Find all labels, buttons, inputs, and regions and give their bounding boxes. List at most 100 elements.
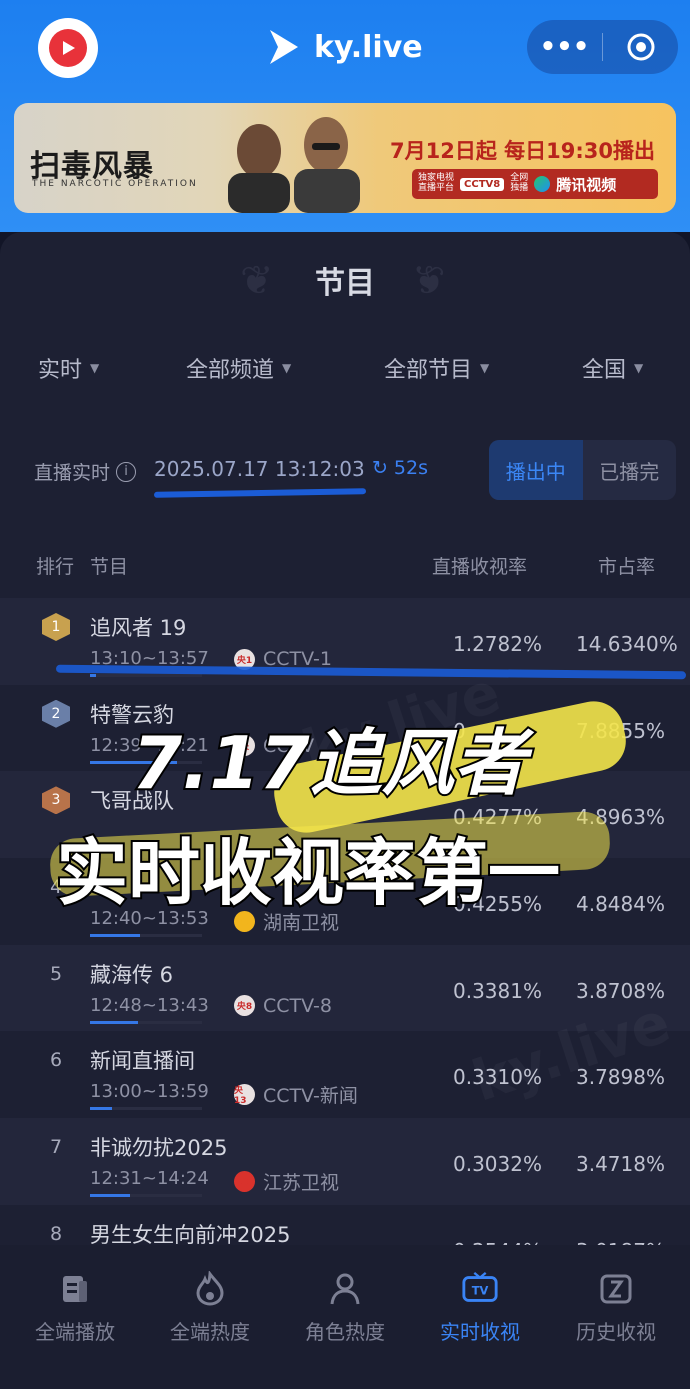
banner-broadcast-strip: 独家电视 直播平台 CCTV8 全网 独播 腾讯视频: [412, 169, 658, 199]
tab-role-heat-label: 角色热度: [305, 1320, 385, 1344]
tab-role-heat[interactable]: 角色热度: [295, 1270, 395, 1345]
progress-bar: [90, 1107, 202, 1111]
tab-finished[interactable]: 已播完: [583, 440, 677, 500]
tencent-video-icon: [534, 176, 551, 192]
header-rating: 直播收视率: [432, 556, 528, 578]
rank-badge: 3: [42, 786, 70, 815]
channel-name: CCTV-8: [263, 994, 332, 1017]
tab-realtime-rating[interactable]: TV 实时收视: [430, 1270, 530, 1345]
overlay-caption-line2: 实时收视率第一: [54, 829, 562, 917]
refresh-seconds: 52s: [393, 457, 428, 479]
broadcast-toggle: 播出中 已播完: [489, 440, 676, 500]
mini-program-capsule: •••: [527, 20, 678, 74]
program-time: 12:31~14:24: [90, 1168, 209, 1190]
banner-note-2: 全网 独播: [510, 173, 529, 193]
program-time: 13:00~13:59: [90, 1081, 209, 1103]
filter-time-label: 实时: [38, 358, 83, 383]
channel-logo-icon: 央13: [234, 1084, 255, 1106]
table-header: 排行 节目 直播收视率 市占率: [0, 552, 690, 580]
progress-bar: [90, 1194, 202, 1198]
caret-down-icon: ▼: [480, 361, 490, 375]
rank-badge: 5: [49, 962, 63, 985]
header-program: 节目: [90, 556, 129, 578]
live-status-label: 直播实时 i: [34, 458, 137, 485]
info-icon[interactable]: i: [116, 461, 137, 482]
status-row: 直播实时 i 2025.07.17 13:12:03 ↻ 52s 播出中 已播完: [0, 440, 690, 500]
channel-label: 央13 CCTV-新闻: [234, 1081, 358, 1108]
banner-actors-image: [228, 117, 360, 213]
svg-text:TV: TV: [472, 1284, 489, 1298]
filter-region-label: 全国: [582, 358, 627, 383]
banner-note-1: 独家电视 直播平台: [418, 173, 455, 193]
share-value: 3.4718%: [576, 1152, 665, 1177]
progress-bar: [90, 1020, 202, 1024]
caret-down-icon: ▼: [282, 361, 292, 375]
brand-logo: ky.live: [264, 22, 423, 72]
rank-badge: 7: [49, 1136, 63, 1159]
tab-all-heat-label: 全端热度: [170, 1320, 250, 1344]
filter-program[interactable]: 全部节目 ▼: [384, 352, 489, 384]
live-timestamp: 2025.07.17 13:12:03: [154, 457, 365, 481]
progress-bar: [90, 674, 202, 677]
filter-channel[interactable]: 全部频道 ▼: [186, 352, 291, 384]
channel-label: 央8 CCTV-8: [234, 995, 332, 1017]
app-logo-button[interactable]: [38, 18, 98, 78]
header-rank: 排行: [36, 556, 75, 578]
play-doc-icon: [56, 1270, 94, 1308]
overlay-caption-line1: 7.17追风者: [130, 719, 528, 807]
tab-all-play[interactable]: 全端播放: [25, 1270, 125, 1345]
rank-badge: 8: [49, 1222, 63, 1245]
banner-date: 7月12日起 每日19:30播出: [390, 139, 655, 163]
rank-medal-icon: 3: [42, 786, 70, 815]
channel-logo-icon: ●: [234, 1171, 255, 1193]
refresh-icon: ↻: [372, 457, 388, 479]
history-icon: [597, 1270, 635, 1308]
live-label-text: 直播实时: [34, 462, 111, 484]
tab-history-rating-label: 历史收视: [576, 1320, 656, 1344]
cctv8-logo: CCTV8: [460, 177, 505, 191]
panel-title: 节目: [315, 266, 375, 301]
program-name: 藏海传 6: [90, 962, 174, 987]
header-share: 市占率: [598, 556, 656, 578]
caret-down-icon: ▼: [634, 361, 644, 375]
filter-program-label: 全部节目: [384, 358, 473, 383]
rank-medal-icon: 2: [42, 699, 70, 728]
table-row[interactable]: 7 非诚勿扰2025 12:31~14:24 ● 江苏卫视 0.3032% 3.4718%: [0, 1118, 690, 1205]
program-name: 新闻直播间: [90, 1049, 195, 1074]
channel-label: ● 江苏卫视: [234, 1168, 339, 1195]
banner-partner: 腾讯视频: [556, 175, 617, 194]
filter-region[interactable]: 全国 ▼: [582, 352, 643, 384]
flame-icon: [191, 1270, 229, 1308]
program-name: 非诚勿扰2025: [90, 1136, 228, 1161]
tv-icon: TV: [461, 1270, 499, 1308]
rank-badge: 2: [42, 699, 70, 728]
rating-value: 0.3032%: [453, 1152, 542, 1177]
tab-all-heat[interactable]: 全端热度: [160, 1270, 260, 1345]
filter-bar: 实时 ▼ 全部频道 ▼ 全部节目 ▼ 全国 ▼: [0, 352, 690, 390]
tab-airing[interactable]: 播出中: [489, 440, 583, 500]
filter-time[interactable]: 实时 ▼: [38, 352, 99, 384]
person-icon: [326, 1270, 364, 1308]
share-value: 14.6340%: [576, 632, 678, 656]
target-icon: [627, 33, 654, 61]
ky-live-icon: [270, 30, 298, 64]
rank-badge: 1: [42, 613, 70, 641]
tab-realtime-rating-label: 实时收视: [440, 1320, 520, 1344]
close-target-button[interactable]: [603, 20, 678, 74]
bottom-tab-bar: 全端播放 全端热度 角色热度 TV 实时收视 历史收视: [0, 1245, 690, 1389]
filter-channel-label: 全部频道: [186, 358, 275, 383]
more-dots-icon: •••: [539, 32, 590, 62]
progress-bar: [90, 934, 202, 938]
rank-medal-icon: 1: [42, 613, 70, 641]
play-logo-icon: [49, 29, 87, 67]
rating-value: 0.3381%: [453, 978, 542, 1003]
progress-fill: [90, 1107, 113, 1111]
caret-down-icon: ▼: [90, 361, 100, 375]
tab-history-rating[interactable]: 历史收视: [566, 1270, 666, 1345]
channel-logo-icon: 央8: [234, 995, 255, 1017]
more-button[interactable]: •••: [527, 20, 602, 74]
share-value: 4.8484%: [576, 892, 665, 917]
promo-banner[interactable]: 扫毒风暴 THE NARCOTIC OPERATION 7月12日起 每日19:…: [14, 103, 676, 213]
rank-badge: 6: [49, 1049, 63, 1072]
refresh-timer[interactable]: ↻ 52s: [372, 457, 428, 479]
